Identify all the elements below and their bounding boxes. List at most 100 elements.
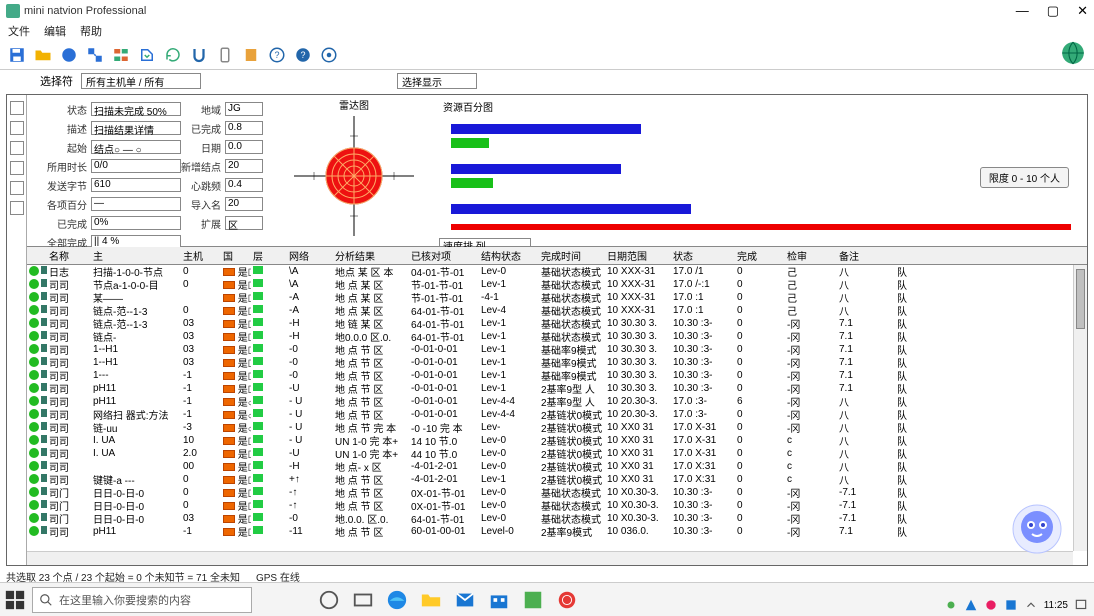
- connect-icon[interactable]: [84, 44, 106, 66]
- form-field[interactable]: 0.0: [225, 140, 263, 154]
- column-header[interactable]: 已核对项: [409, 248, 479, 263]
- close-button[interactable]: ✕: [1077, 3, 1088, 19]
- phone-icon[interactable]: [214, 44, 236, 66]
- tray-notification-icon[interactable]: [1074, 598, 1088, 612]
- svg-text:?: ?: [300, 50, 305, 60]
- column-header[interactable]: 主: [91, 248, 181, 263]
- tray-icon[interactable]: [964, 598, 978, 612]
- form-area: 状态扫描未完成 50%地域JG描述扫描结果详情已完成0.8起始结点○ — ○日期…: [27, 95, 269, 246]
- tray-icon[interactable]: [944, 598, 958, 612]
- help2-icon[interactable]: ?: [292, 44, 314, 66]
- save-icon[interactable]: [6, 44, 28, 66]
- form-field[interactable]: 结点○ — ○: [91, 140, 181, 154]
- taskbar: 在这里输入你要搜索的内容 11:25: [0, 582, 1094, 616]
- folder-yellow-icon[interactable]: [32, 44, 54, 66]
- strip-icon[interactable]: [10, 141, 24, 155]
- column-header[interactable]: 国: [221, 248, 251, 263]
- menu-file[interactable]: 文件: [8, 23, 30, 39]
- start-button[interactable]: [4, 589, 26, 611]
- form-label: 扩展: [181, 216, 225, 231]
- radar-panel: 雷达图: [269, 95, 439, 246]
- mini-bar-icon: [253, 383, 263, 391]
- status-dot-icon: [29, 526, 39, 536]
- column-header[interactable]: 主机: [181, 248, 221, 263]
- menu-help[interactable]: 帮助: [80, 23, 102, 39]
- strip-icon[interactable]: [10, 101, 24, 115]
- form-field[interactable]: 扫描结果详情: [91, 121, 181, 135]
- strip-icon[interactable]: [10, 201, 24, 215]
- form-field[interactable]: 20: [225, 197, 263, 211]
- form-field[interactable]: 区: [225, 216, 263, 230]
- globe-icon[interactable]: [1060, 40, 1086, 69]
- column-header[interactable]: 层: [251, 248, 287, 263]
- minimize-button[interactable]: —: [1016, 3, 1029, 19]
- status-dot-icon: [29, 461, 39, 471]
- column-header[interactable]: 备注: [837, 248, 895, 263]
- magnet-icon[interactable]: [188, 44, 210, 66]
- cortana-icon[interactable]: [318, 589, 340, 611]
- strip-icon[interactable]: [10, 161, 24, 175]
- main-panel: 状态扫描未完成 50%地域JG描述扫描结果详情已完成0.8起始结点○ — ○日期…: [6, 94, 1088, 566]
- form-field[interactable]: —: [91, 197, 181, 211]
- form-field[interactable]: 610: [91, 178, 181, 192]
- column-header[interactable]: 名称: [47, 248, 91, 263]
- scrollbar-horizontal[interactable]: [27, 551, 1073, 565]
- column-header[interactable]: 分析结果: [333, 248, 409, 263]
- taskbar-search[interactable]: 在这里输入你要搜索的内容: [32, 587, 252, 613]
- status-dot-icon: [29, 331, 39, 341]
- maximize-button[interactable]: ▢: [1047, 3, 1059, 19]
- taskview-icon[interactable]: [352, 589, 374, 611]
- app-green-icon[interactable]: [522, 589, 544, 611]
- form-field[interactable]: 0.4: [225, 178, 263, 192]
- help-icon[interactable]: ?: [266, 44, 288, 66]
- flag-icon: [223, 489, 235, 497]
- upper-panel: 状态扫描未完成 50%地域JG描述扫描结果详情已完成0.8起始结点○ — ○日期…: [27, 95, 1087, 247]
- flag-icon: [223, 398, 235, 406]
- form-field[interactable]: 20: [225, 159, 263, 173]
- explorer-icon[interactable]: [420, 589, 442, 611]
- db-icon[interactable]: [110, 44, 132, 66]
- strip-icon[interactable]: [10, 121, 24, 135]
- tray-icon[interactable]: [1004, 598, 1018, 612]
- column-header[interactable]: 检审: [785, 248, 837, 263]
- flag-icon: [223, 515, 235, 523]
- assistant-icon[interactable]: [1010, 502, 1064, 556]
- form-field[interactable]: 扫描未完成 50%: [91, 102, 181, 116]
- column-header[interactable]: 日期范围: [605, 248, 671, 263]
- store-icon[interactable]: [488, 589, 510, 611]
- mini-bar-icon: [253, 474, 263, 482]
- edge-icon[interactable]: [386, 589, 408, 611]
- grid-body[interactable]: 日志扫描-1-0-0-节点0 是☐\A地点 某 区 本04-01-节-01Lev…: [27, 265, 1087, 565]
- svg-text:?: ?: [274, 50, 279, 60]
- menu-edit[interactable]: 编辑: [44, 23, 66, 39]
- tray-chevron-icon[interactable]: [1024, 598, 1038, 612]
- flag-icon: [223, 320, 235, 328]
- table-row[interactable]: 司司pH11-1 是☐-11地 点 节 区60-01-00-01Level-02…: [27, 525, 1087, 538]
- column-header[interactable]: 结构状态: [479, 248, 539, 263]
- settings-icon[interactable]: [318, 44, 340, 66]
- form-field[interactable]: 0/0: [91, 159, 181, 173]
- column-header[interactable]: 状态: [671, 248, 735, 263]
- app-red-icon[interactable]: [556, 589, 578, 611]
- form-field[interactable]: 0%: [91, 216, 181, 230]
- form-label: 地域: [181, 102, 225, 117]
- tray-clock[interactable]: 11:25: [1044, 600, 1068, 611]
- scrollbar-vertical[interactable]: [1073, 265, 1087, 551]
- form-field[interactable]: JG: [225, 102, 263, 116]
- form-label: 日期: [181, 140, 225, 155]
- limit-badge: 限度 0 - 10 个人: [980, 167, 1069, 188]
- mini-bar-icon: [253, 500, 263, 508]
- mail-icon[interactable]: [454, 589, 476, 611]
- column-header[interactable]: 网络: [287, 248, 333, 263]
- refresh-icon[interactable]: [162, 44, 184, 66]
- folder-blue-icon[interactable]: [58, 44, 80, 66]
- book-icon[interactable]: [240, 44, 262, 66]
- filter-select-2[interactable]: 选择显示: [397, 73, 477, 89]
- column-header[interactable]: 完成: [735, 248, 785, 263]
- column-header[interactable]: 完成时间: [539, 248, 605, 263]
- form-field[interactable]: 0.8: [225, 121, 263, 135]
- strip-icon[interactable]: [10, 181, 24, 195]
- tray-icon[interactable]: [984, 598, 998, 612]
- filter-select-1[interactable]: 所有主机单 / 所有: [81, 73, 201, 89]
- export-icon[interactable]: [136, 44, 158, 66]
